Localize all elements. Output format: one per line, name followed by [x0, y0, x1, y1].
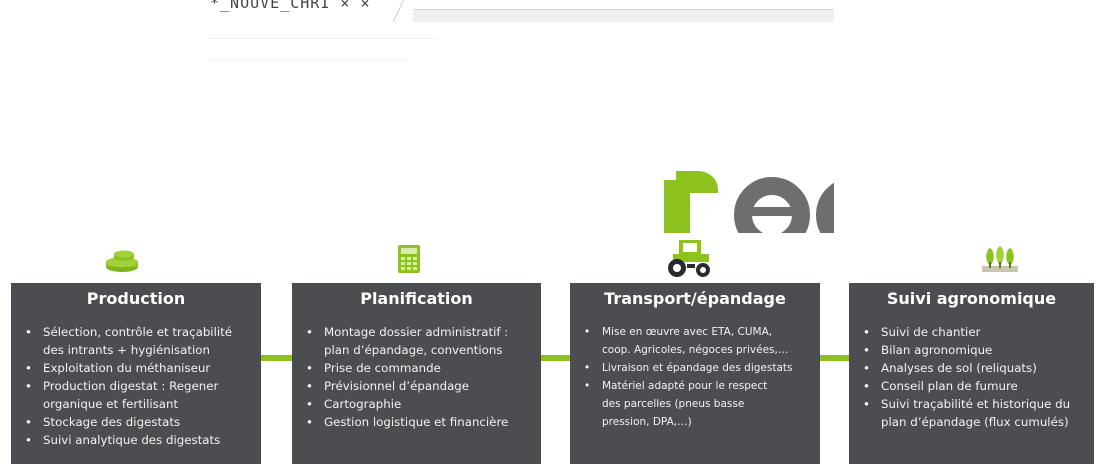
card-title: Transport/épandage	[604, 289, 786, 308]
list-item: des intrants + hygiénisation	[43, 343, 210, 357]
card-title: Suivi agronomique	[886, 289, 1057, 308]
list-item: Matériel adapté pour le respect	[584, 377, 820, 395]
list-item: Analyses de sol (reliquats)	[863, 359, 1094, 377]
coins-icon	[104, 250, 140, 278]
card-item-list: Suivi de chantier Bilan agronomique Anal…	[849, 323, 1094, 431]
card-item-list: Montage dossier administratif : plan d’é…	[292, 323, 541, 431]
plants-icon	[980, 246, 1020, 280]
logo-letter-e-bar	[742, 207, 802, 216]
list-item: plan d’épandage, conventions	[324, 343, 503, 357]
tab-edge	[392, 0, 404, 22]
list-item: pression, DPA,…)	[602, 416, 692, 428]
calculator-icon	[397, 244, 421, 278]
faint-divider	[208, 38, 438, 39]
list-item: des parcelles (pneus basse	[602, 398, 745, 410]
card-planification: Planification Montage dossier administra…	[292, 283, 541, 464]
card-title: Planification	[360, 289, 473, 308]
list-item: Suivi de chantier	[863, 323, 1094, 341]
list-item: Cartographie	[306, 395, 541, 413]
list-item: Bilan agronomique	[863, 341, 1094, 359]
connector-line	[820, 355, 849, 361]
list-item: plan d’épandage (flux cumulés)	[881, 415, 1069, 429]
connector-line	[261, 355, 292, 361]
list-item: Suivi analytique des digestats	[25, 431, 261, 449]
card-item-list: Sélection, contrôle et traçabilité des i…	[11, 323, 261, 449]
tab-bar-background	[413, 9, 834, 22]
list-item: organique et fertilisant	[43, 397, 179, 411]
list-item: Suivi traçabilité et historique du	[863, 395, 1094, 413]
logo-letter-e	[734, 177, 810, 233]
logo	[652, 125, 834, 233]
browser-tab-strip: *_NOUVE_CHRI × ×	[208, 0, 834, 24]
logo-letter-r-arm	[676, 171, 718, 193]
connector-line	[541, 355, 570, 361]
list-item: Prise de commande	[306, 359, 541, 377]
list-item: Livraison et épandage des digestats	[584, 359, 820, 377]
card-production: Production Sélection, contrôle et traçab…	[11, 283, 261, 464]
list-item: Gestion logistique et financière	[306, 413, 541, 431]
list-item: coop. Agricoles, négoces privées,…	[602, 344, 789, 356]
list-item: Stockage des digestats	[25, 413, 261, 431]
list-item: Conseil plan de fumure	[863, 377, 1094, 395]
list-item: Exploitation du méthaniseur	[25, 359, 261, 377]
list-item: Sélection, contrôle et traçabilité	[25, 323, 261, 341]
faint-divider	[208, 60, 408, 61]
card-item-list: Mise en œuvre avec ETA, CUMA, coop. Agri…	[570, 323, 820, 431]
card-title: Production	[86, 289, 186, 308]
list-item: Montage dossier administratif :	[306, 323, 541, 341]
card-transport-epandage: Transport/épandage Mise en œuvre avec ET…	[570, 283, 820, 464]
list-item: Prévisionnel d’épandage	[306, 377, 541, 395]
logo-letter-c	[816, 177, 834, 233]
list-item: Production digestat : Regener	[25, 377, 261, 395]
tractor-icon	[665, 238, 715, 282]
list-item: Mise en œuvre avec ETA, CUMA,	[584, 323, 820, 341]
browser-tab-label[interactable]: *_NOUVE_CHRI × ×	[210, 0, 371, 12]
card-suivi-agronomique: Suivi agronomique Suivi de chantier Bila…	[849, 283, 1094, 464]
